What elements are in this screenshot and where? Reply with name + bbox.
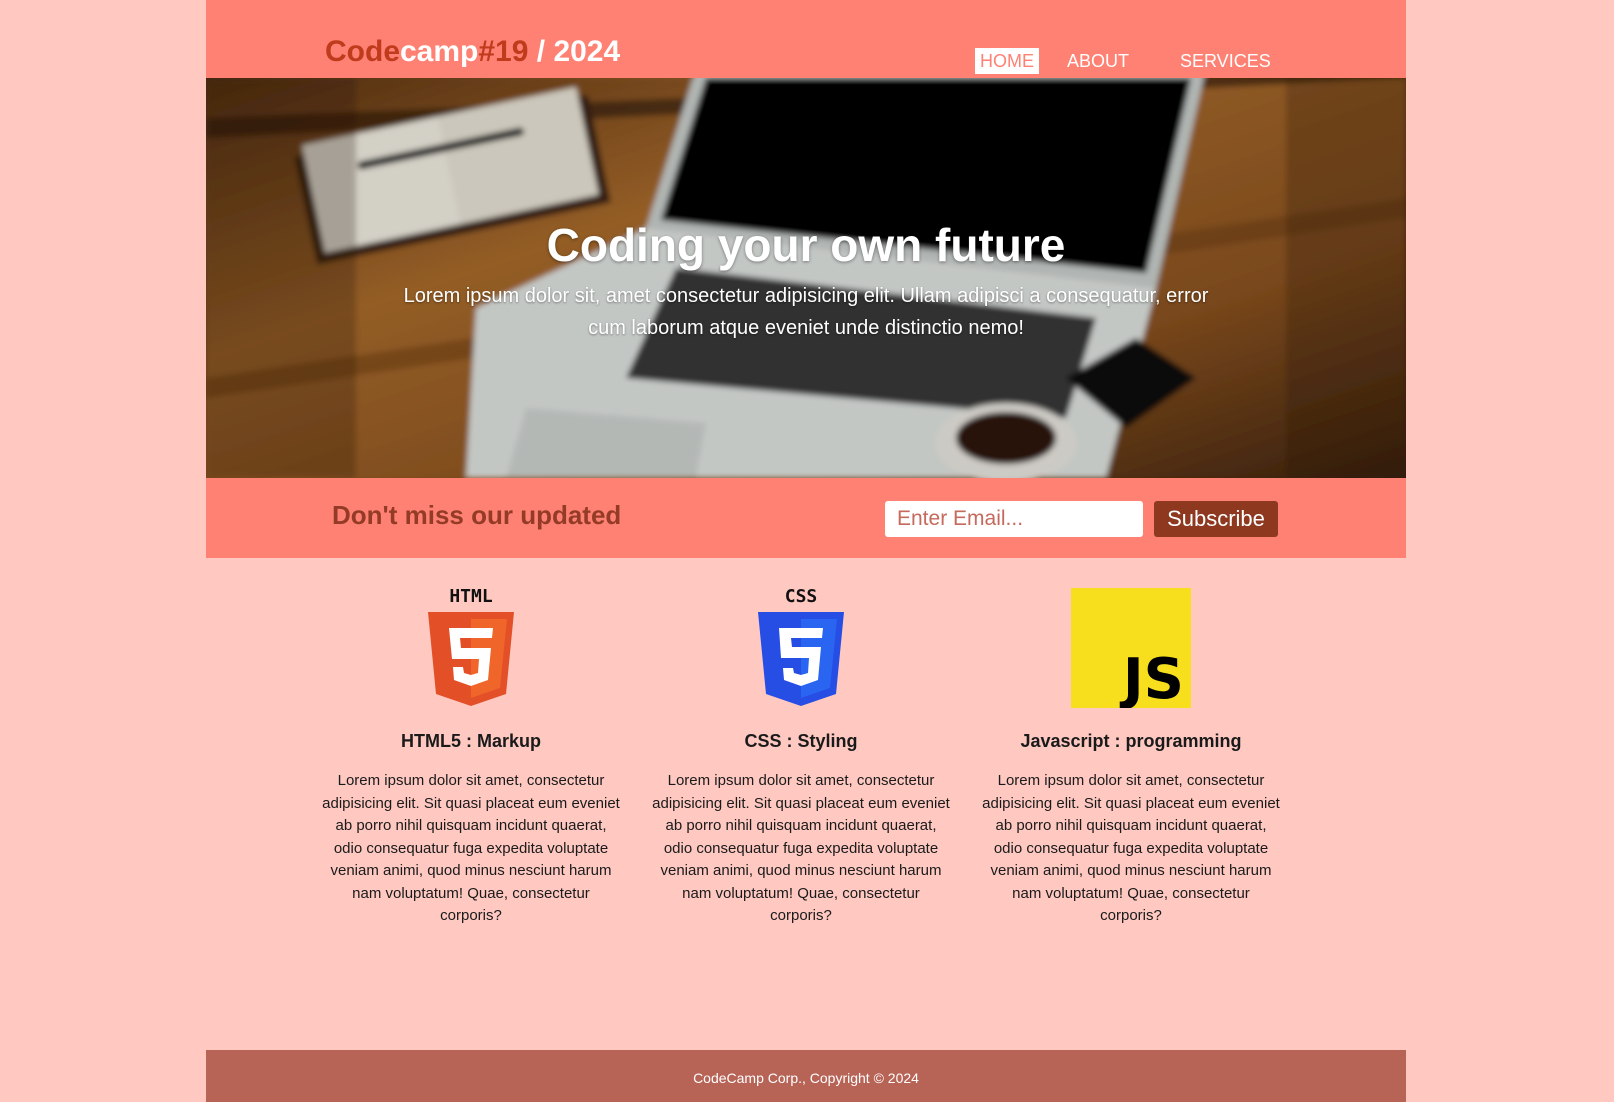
hero-text: Lorem ipsum dolor sit, amet consectetur … (403, 285, 1209, 339)
feature-text: Lorem ipsum dolor sit amet, consectetur … (652, 772, 950, 924)
email-input[interactable] (885, 501, 1143, 537)
hero-overlay (206, 78, 1406, 478)
subscribe-button[interactable]: Subscribe (1154, 501, 1278, 537)
css3-icon-caption: CSS (785, 588, 818, 607)
site-footer: CodeCamp Corp., Copyright © 2024 (206, 1050, 1406, 1102)
feature-card-html: HTML HTML5 : Markup Lorem ipsum dolor si… (316, 586, 626, 928)
js-icon-caption: JS (1119, 647, 1184, 708)
html5-icon-caption: HTML (449, 588, 493, 607)
newsletter-bar: Don't miss our updated Subscribe (206, 478, 1406, 558)
page-container: Codecamp#19 / 2024 HOME ABOUT SERVICES C… (206, 0, 1406, 1102)
hero-banner: Coding your own future Lorem ipsum dolor… (206, 78, 1406, 478)
nav-about-link[interactable]: ABOUT (1062, 48, 1134, 74)
logo-part-camp: camp (400, 35, 479, 68)
feature-text: Lorem ipsum dolor sit amet, consectetur … (982, 772, 1280, 924)
feature-title: Javascript : programming (1020, 731, 1242, 751)
newsletter-title: Don't miss our updated (332, 500, 622, 530)
nav-home-link[interactable]: HOME (975, 48, 1039, 74)
logo-part-number: #19 (478, 35, 529, 68)
feature-card-js: JS Javascript : programming Lorem ipsum … (976, 588, 1286, 928)
feature-title: HTML5 : Markup (400, 731, 541, 751)
css3-logo-icon: CSS (741, 586, 861, 708)
nav-services-link[interactable]: SERVICES (1175, 48, 1276, 74)
logo-part-year: / 2024 (528, 35, 621, 68)
feature-card-css: CSS CSS : Styling Lorem ipsum dolor sit … (646, 586, 956, 928)
javascript-logo-icon: JS (1071, 588, 1191, 712)
footer-copyright: CodeCamp Corp., Copyright © 2024 (693, 1070, 919, 1086)
features-section: HTML HTML5 : Markup Lorem ipsum dolor si… (316, 586, 1306, 948)
logo-part-code: Code (325, 35, 400, 68)
html5-logo-icon: HTML (411, 586, 531, 708)
feature-title: CSS : Styling (744, 731, 858, 751)
site-header: Codecamp#19 / 2024 HOME ABOUT SERVICES (206, 0, 1406, 78)
feature-text: Lorem ipsum dolor sit amet, consectetur … (322, 772, 620, 924)
site-logo[interactable]: Codecamp#19 / 2024 (325, 34, 620, 70)
hero-title: Coding your own future (546, 219, 1066, 271)
